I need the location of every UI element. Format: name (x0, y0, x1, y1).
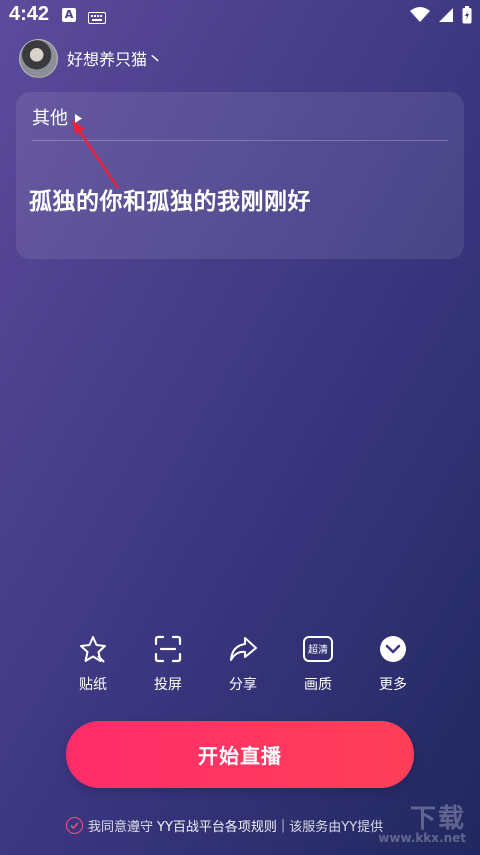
annotation-arrow-icon (72, 120, 120, 189)
agreement-prefix: 我同意遵守 (88, 819, 154, 835)
watermark-text: 下载 (409, 804, 466, 834)
tool-label: 投屏 (154, 677, 182, 693)
tool-label: 更多 (379, 677, 407, 693)
status-time: 4:42 (9, 3, 50, 25)
battery-icon (462, 6, 472, 28)
tool-bar: 贴纸 投屏 分享 超清 画质 更多 (58, 632, 428, 696)
a-notification-icon: A (62, 8, 76, 22)
tool-share[interactable]: 分享 (208, 632, 278, 696)
tool-label: 分享 (229, 677, 257, 693)
avatar[interactable] (19, 38, 58, 78)
signal-icon (438, 7, 454, 27)
agreement-suffix: 该服务由YY提供 (289, 819, 384, 835)
tool-more[interactable]: 更多 (358, 632, 428, 696)
wifi-icon (410, 7, 430, 27)
check-icon (70, 821, 79, 829)
tool-screen-cast[interactable]: 投屏 (133, 632, 203, 696)
screen-cast-icon (151, 632, 185, 666)
chevron-down-icon (376, 632, 410, 666)
user-info[interactable]: 好想养只猫丶 (19, 38, 163, 78)
agreement-separator: | (280, 817, 286, 833)
agreement-checkbox[interactable] (66, 816, 83, 834)
hd-quality-icon: 超清 (301, 632, 335, 666)
quality-badge-text: 超清 (308, 643, 328, 656)
share-arrow-icon (226, 632, 260, 666)
watermark-url: www.kkx.net (378, 831, 466, 845)
category-label: 其他 (32, 108, 68, 129)
start-live-label: 开始直播 (198, 744, 282, 768)
tool-label: 贴纸 (79, 677, 107, 693)
start-live-button[interactable]: 开始直播 (66, 721, 414, 788)
rules-link[interactable]: YY百战平台各项规则 (157, 816, 277, 835)
agreement-row: 我同意遵守 YY百战平台各项规则 | 该服务由YY提供 (66, 814, 383, 836)
star-sticker-icon (76, 632, 110, 666)
tool-sticker[interactable]: 贴纸 (58, 632, 128, 696)
username: 好想养只猫丶 (67, 50, 164, 69)
status-bar: 4:42 A (0, 0, 480, 34)
keyboard-icon (88, 9, 106, 28)
tool-quality[interactable]: 超清 画质 (283, 632, 353, 696)
tool-label: 画质 (304, 677, 332, 693)
live-setup-screen: 4:42 A 好想养只猫丶 其他 孤独的你和孤独的我刚刚好 贴纸 投屏 分享 超… (0, 0, 480, 855)
watermark: 下载 www.kkx.net (378, 798, 466, 845)
